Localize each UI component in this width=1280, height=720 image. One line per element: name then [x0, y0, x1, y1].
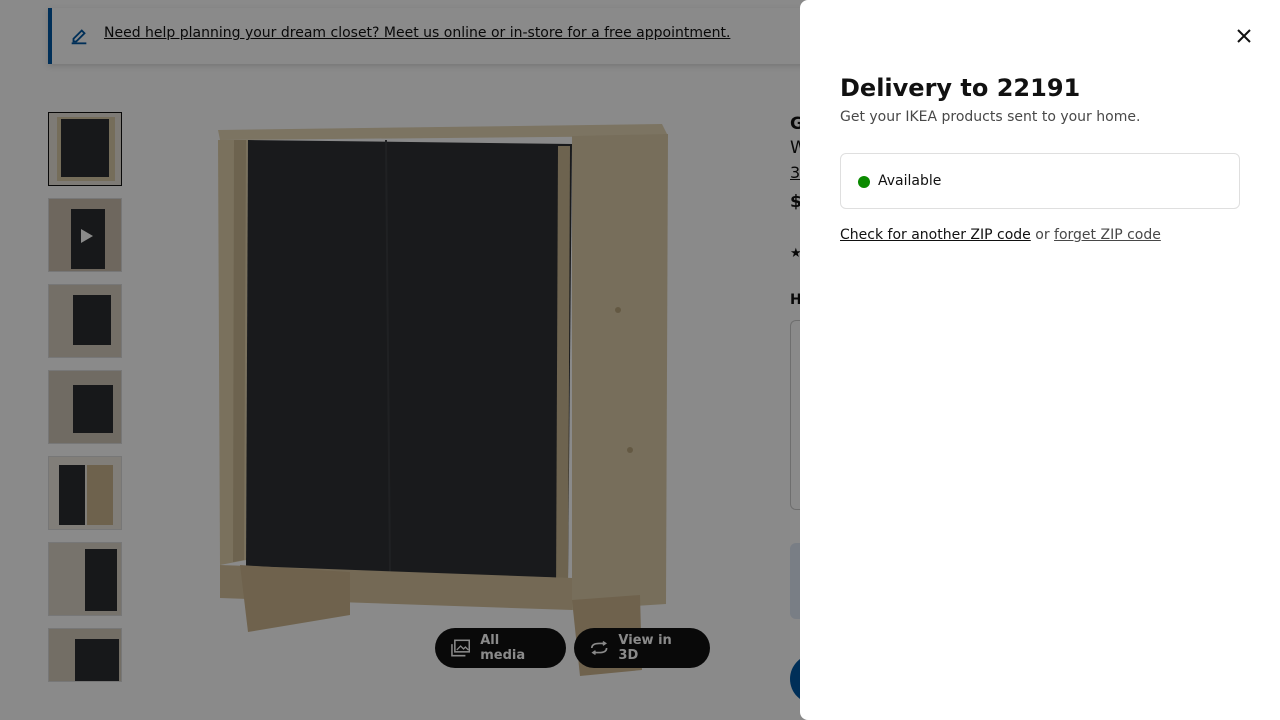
availability-status: Available — [878, 173, 942, 189]
modal-subtitle: Get your IKEA products sent to your home… — [840, 109, 1141, 125]
availability-box: Available — [840, 153, 1240, 209]
check-zip-link[interactable]: Check for another ZIP code — [840, 227, 1031, 243]
close-button[interactable] — [1228, 20, 1260, 52]
forget-zip-link[interactable]: forget ZIP code — [1054, 227, 1161, 243]
close-icon — [1237, 29, 1251, 43]
or-text: or — [1035, 227, 1055, 243]
zip-links: Check for another ZIP code or forget ZIP… — [840, 227, 1161, 243]
delivery-modal: Delivery to 22191 Get your IKEA products… — [800, 0, 1280, 720]
modal-title: Delivery to 22191 — [840, 74, 1081, 102]
status-dot-icon — [858, 176, 870, 188]
